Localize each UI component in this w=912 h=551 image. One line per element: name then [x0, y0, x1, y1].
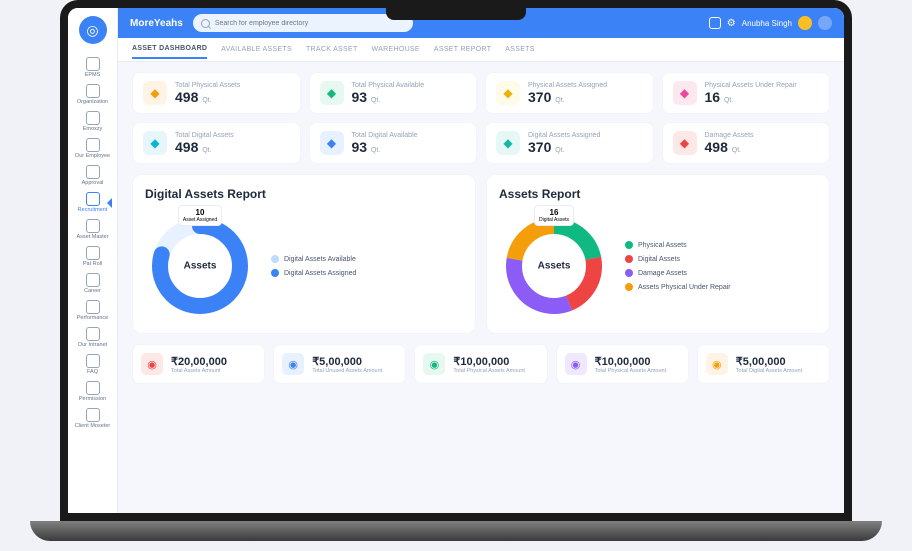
nav-icon — [86, 354, 100, 368]
amount-icon: ◉ — [706, 353, 728, 375]
legend-dot — [625, 269, 633, 277]
amount-icon: ◉ — [282, 353, 304, 375]
sidebar-item-faq[interactable]: FAQ — [73, 351, 112, 378]
avatar[interactable] — [798, 16, 812, 30]
sidebar-item-permission[interactable]: Permission — [73, 378, 112, 405]
tabs: ASSET DASHBOARD AVAILABLE ASSETS TRACK ASS… — [118, 38, 844, 62]
sidebar-item-recruitment[interactable]: Recruitment — [73, 189, 112, 216]
assets-report: Assets Report 16Digital Assets Assets — [486, 174, 830, 334]
nav-icon — [86, 273, 100, 287]
legend-dot — [271, 269, 279, 277]
sidebar-item-approval[interactable]: Approval — [73, 162, 112, 189]
sidebar-item-career[interactable]: Career — [73, 270, 112, 297]
legend-item: Physical Assets — [625, 241, 731, 249]
sidebar-item-client-moseter[interactable]: Client Moseter — [73, 405, 112, 432]
nav-icon — [86, 219, 100, 233]
metric-icon: ◆ — [673, 81, 697, 105]
tab-asset-report[interactable]: ASSET REPORT — [434, 41, 491, 58]
amount-icon: ◉ — [141, 353, 163, 375]
nav-icon — [86, 165, 100, 179]
metric-card: ◆Physical Assets Assigned370 Qt. — [485, 72, 654, 114]
metric-card: ◆Damage Assets498 Qt. — [662, 122, 831, 164]
sidebar-item-our-employee[interactable]: Our Employee — [73, 135, 112, 162]
sidebar: ◎ EPMSOrganizationEmoxzyOur EmployeeAppr… — [68, 8, 118, 513]
metric-icon: ◆ — [673, 131, 697, 155]
legend-item: Digital Assets — [625, 255, 731, 263]
nav-icon — [86, 408, 100, 422]
legend-dot — [625, 255, 633, 263]
search-input[interactable] — [193, 14, 413, 32]
user-name: Anubha Singh — [742, 19, 792, 28]
metric-card: ◆Total Physical Assets498 Qt. — [132, 72, 301, 114]
metric-card: ◆Total Digital Assets498 Qt. — [132, 122, 301, 164]
tab-available-assets[interactable]: AVAILABLE ASSETS — [221, 41, 292, 58]
legend-dot — [625, 283, 633, 291]
legend-dot — [271, 255, 279, 263]
search-icon — [201, 19, 210, 28]
metric-icon: ◆ — [320, 131, 344, 155]
legend-item: Digital Assets Available — [271, 255, 356, 263]
amount-card: ◉₹10,00,000Total Physical Assets Amount — [556, 344, 689, 384]
amount-icon: ◉ — [423, 353, 445, 375]
nav-icon — [86, 111, 100, 125]
legend-dot — [625, 241, 633, 249]
tab-track-asset[interactable]: TRACK ASSET — [306, 41, 358, 58]
legend-item: Damage Assets — [625, 269, 731, 277]
sidebar-item-emoxzy[interactable]: Emoxzy — [73, 108, 112, 135]
metric-card: ◆Total Physical Available93 Qt. — [309, 72, 478, 114]
amount-icon: ◉ — [565, 353, 587, 375]
legend-item: Assets Physical Under Repair — [625, 283, 731, 291]
metric-card: ◆Total Digital Available93 Qt. — [309, 122, 478, 164]
menu-icon[interactable] — [818, 16, 832, 30]
nav-icon — [86, 381, 100, 395]
legend-item: Digital Assets Assigned — [271, 269, 356, 277]
nav-icon — [86, 84, 100, 98]
sidebar-item-our-intranet[interactable]: Our Intranet — [73, 324, 112, 351]
sidebar-item-asset-master[interactable]: Asset Master — [73, 216, 112, 243]
metric-icon: ◆ — [143, 131, 167, 155]
sidebar-item-pat-roll[interactable]: Pat Roll — [73, 243, 112, 270]
brand: MoreYeahs — [130, 18, 183, 29]
tab-warehouse[interactable]: WAREHOUSE — [372, 41, 420, 58]
nav-icon — [86, 300, 100, 314]
sidebar-item-epms[interactable]: EPMS — [73, 54, 112, 81]
amount-card: ◉₹5,00,000Total Digital Assets Amount — [697, 344, 830, 384]
logo-icon: ◎ — [79, 16, 107, 44]
metric-icon: ◆ — [320, 81, 344, 105]
nav-icon — [86, 192, 100, 206]
metric-card: ◆Physical Assets Under Repair16 Qt. — [662, 72, 831, 114]
metric-card: ◆Digital Assets Assigned370 Qt. — [485, 122, 654, 164]
amount-card: ◉₹5,00,000Total Unused Assets Amount — [273, 344, 406, 384]
amount-card: ◉₹10,00,000Total Physical Assets Amount — [414, 344, 547, 384]
tab-assets[interactable]: ASSETS — [505, 41, 534, 58]
metric-icon: ◆ — [143, 81, 167, 105]
nav-icon — [86, 138, 100, 152]
sidebar-item-performance[interactable]: Performance — [73, 297, 112, 324]
digital-assets-report: Digital Assets Report 10Asset Assigned A… — [132, 174, 476, 334]
tab-asset-dashboard[interactable]: ASSET DASHBOARD — [132, 40, 207, 59]
bell-icon[interactable] — [709, 17, 721, 29]
settings-icon[interactable]: ⚙ — [727, 18, 736, 29]
metric-icon: ◆ — [496, 81, 520, 105]
amount-card: ◉₹20,00,000Total Assets Amount — [132, 344, 265, 384]
metric-icon: ◆ — [496, 131, 520, 155]
sidebar-item-organization[interactable]: Organization — [73, 81, 112, 108]
nav-icon — [86, 327, 100, 341]
nav-icon — [86, 246, 100, 260]
nav-icon — [86, 57, 100, 71]
